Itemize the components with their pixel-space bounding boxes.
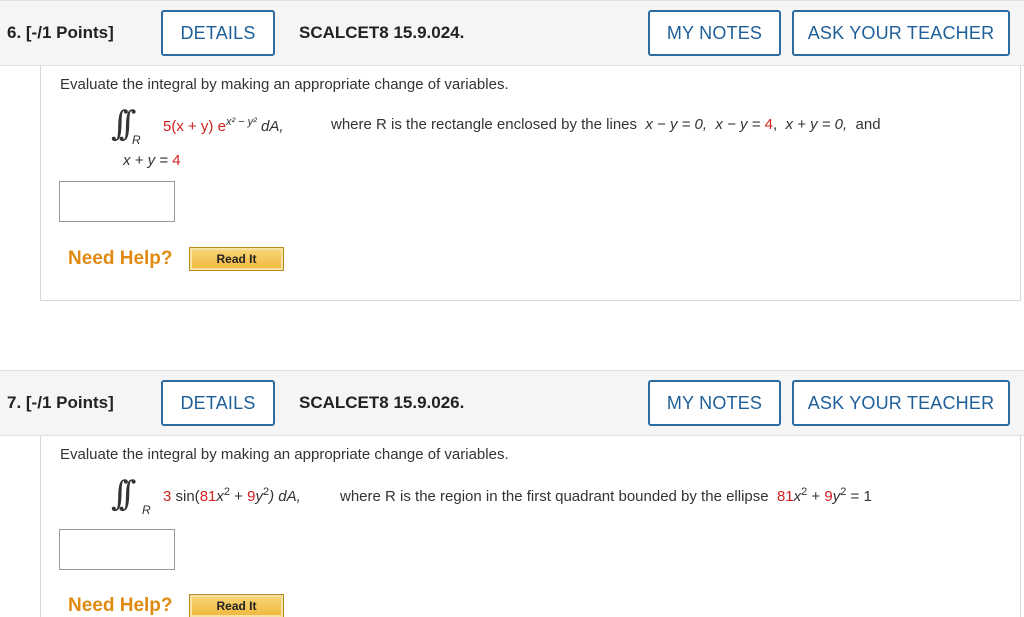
- answer-input[interactable]: [59, 529, 175, 570]
- question-code: SCALCET8 15.9.024.: [299, 23, 465, 42]
- need-help-label: Need Help?: [68, 595, 173, 616]
- details-button[interactable]: DETAILS: [161, 10, 275, 56]
- answer-input[interactable]: [59, 181, 175, 222]
- need-help-label: Need Help?: [68, 248, 173, 269]
- instruction-text: Evaluate the integral by making an appro…: [60, 76, 509, 93]
- question-7-header: 7. [-/1 Points] DETAILS SCALCET8 15.9.02…: [0, 370, 1024, 436]
- question-code: SCALCET8 15.9.026.: [299, 393, 465, 412]
- double-integral-symbol: ∫∫: [111, 104, 137, 144]
- question-7-body: Evaluate the integral by making an appro…: [40, 436, 1021, 617]
- ask-teacher-button[interactable]: ASK YOUR TEACHER: [792, 380, 1010, 426]
- integrand: 5(x + y) ex² − y² dA,: [163, 116, 284, 135]
- question-6-header: 6. [-/1 Points] DETAILS SCALCET8 15.9.02…: [0, 0, 1024, 66]
- last-line-equation: x + y = 4: [123, 152, 181, 169]
- integrand: 3 sin(81x2 + 9y2) dA,: [163, 486, 301, 505]
- double-integral-symbol: ∫∫: [111, 474, 137, 514]
- my-notes-button[interactable]: MY NOTES: [648, 380, 781, 426]
- my-notes-button[interactable]: MY NOTES: [648, 10, 781, 56]
- ask-teacher-button[interactable]: ASK YOUR TEACHER: [792, 10, 1010, 56]
- question-number: 7. [-/1 Points]: [7, 393, 114, 412]
- instruction-text: Evaluate the integral by making an appro…: [60, 446, 509, 463]
- region-description: where R is the rectangle enclosed by the…: [331, 116, 881, 133]
- region-subscript: R: [142, 503, 151, 517]
- question-6-body: Evaluate the integral by making an appro…: [40, 66, 1021, 301]
- read-it-button[interactable]: Read It: [189, 247, 284, 271]
- question-number: 6. [-/1 Points]: [7, 23, 114, 42]
- details-button[interactable]: DETAILS: [161, 380, 275, 426]
- region-description: where R is the region in the first quadr…: [340, 486, 872, 505]
- read-it-button[interactable]: Read It: [189, 594, 284, 617]
- region-subscript: R: [132, 133, 141, 147]
